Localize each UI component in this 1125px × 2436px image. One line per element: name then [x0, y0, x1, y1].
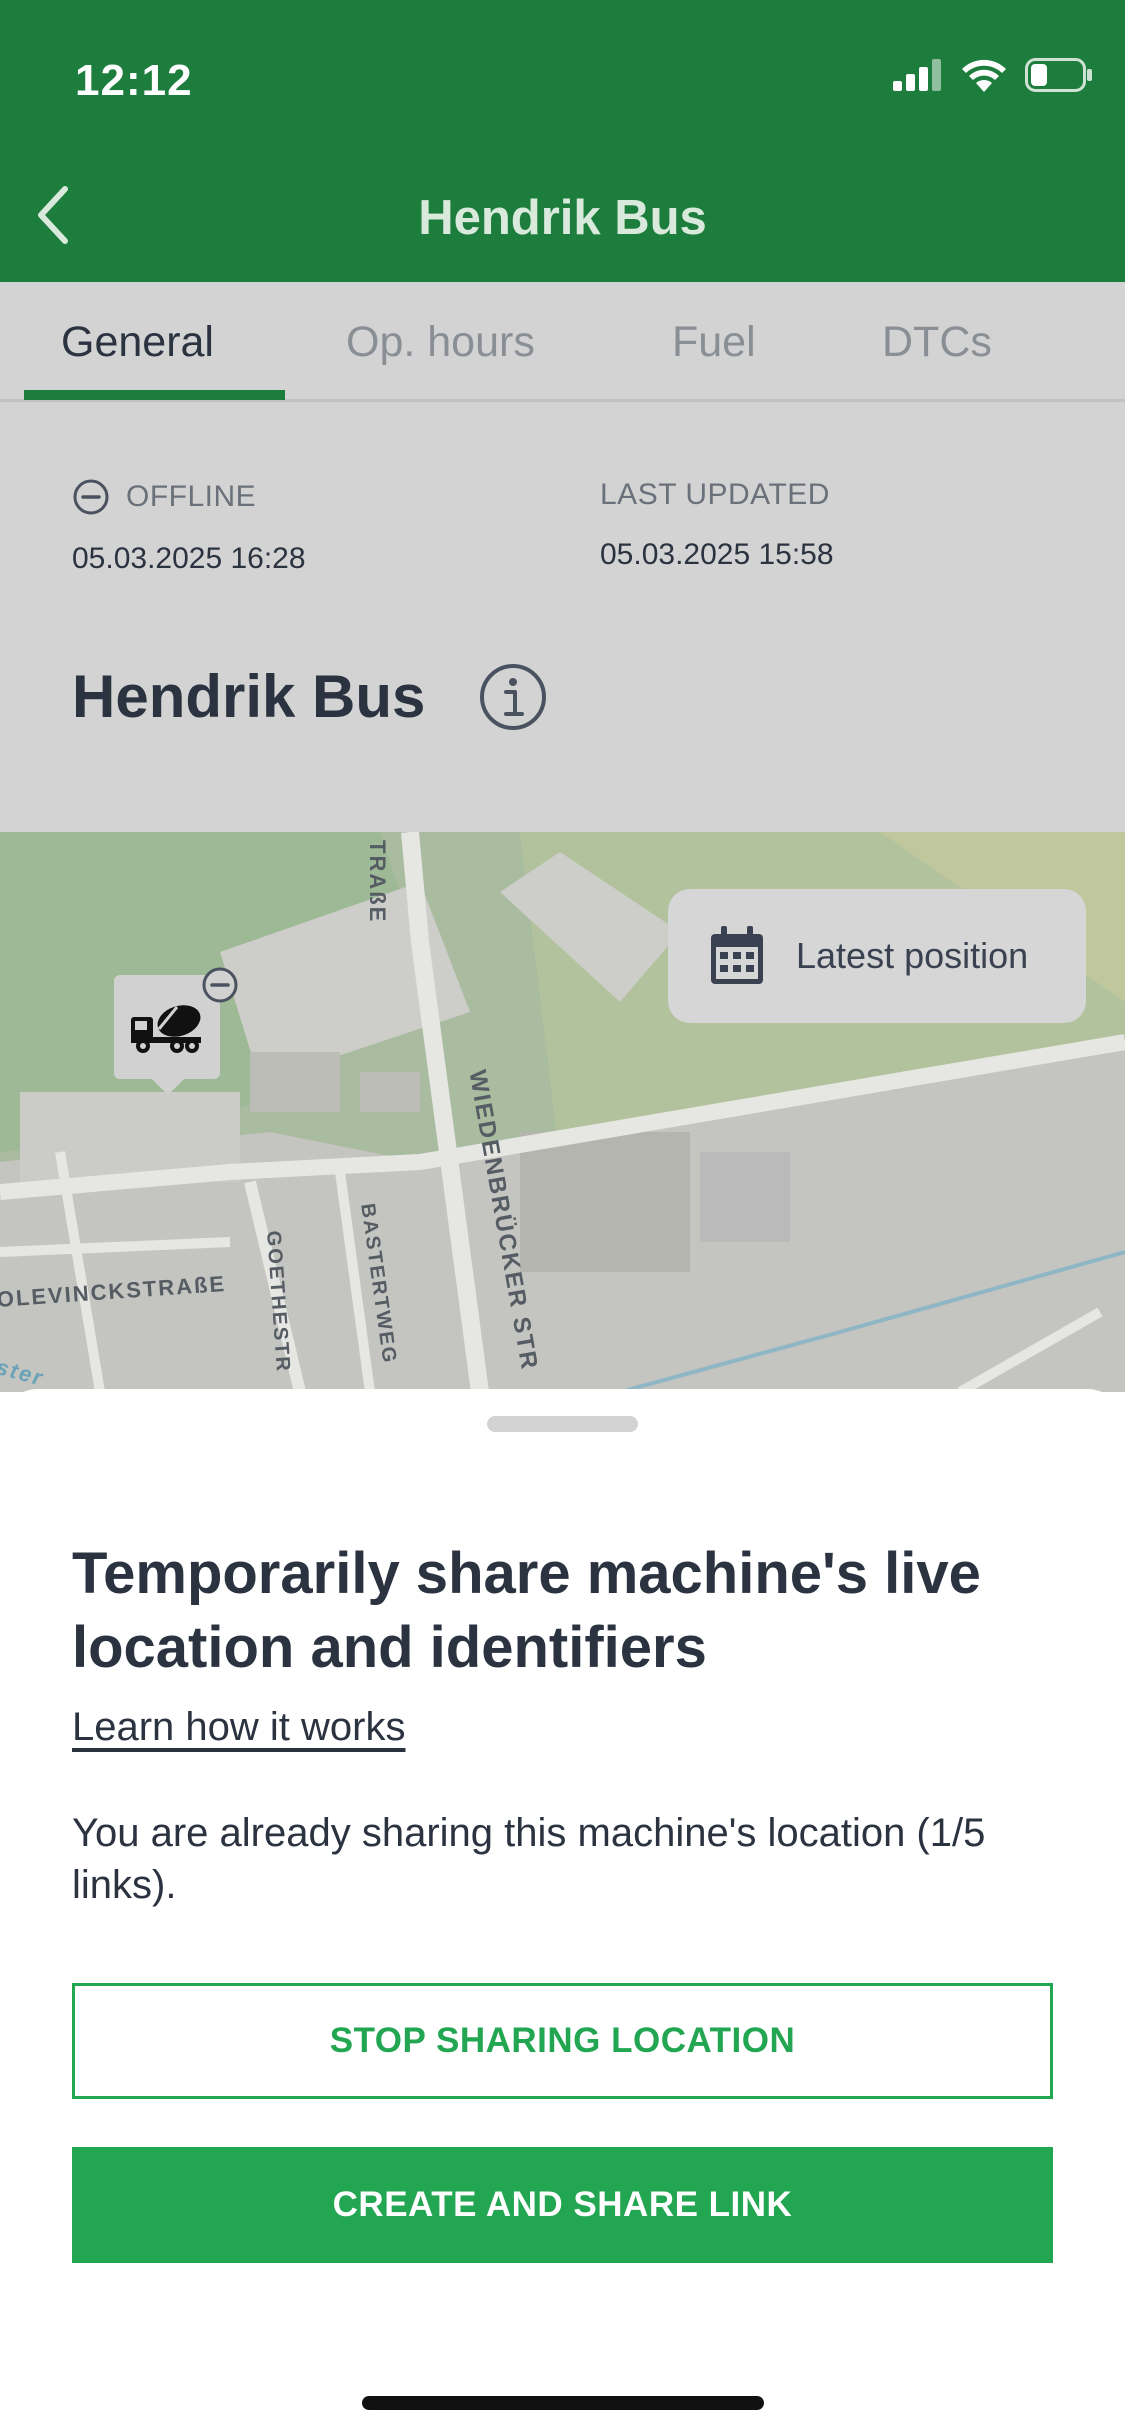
- stop-sharing-button[interactable]: STOP SHARING LOCATION: [72, 1983, 1053, 2099]
- street-label: TRAßE: [365, 840, 390, 924]
- tab-fuel[interactable]: Fuel: [672, 318, 756, 367]
- app-header: 12:12 Hendrik Bus: [0, 0, 1125, 282]
- tab-bar: General Op. hours Fuel DTCs: [0, 282, 1125, 402]
- map-view[interactable]: TRAßE WIEDENBRÜCKER STR BASTERTWEG GOETH…: [0, 832, 1125, 1392]
- offline-icon: [202, 967, 238, 1003]
- machine-detail: General Op. hours Fuel DTCs OFFLINE 05.0…: [0, 282, 1125, 832]
- truck-mixer-icon: [131, 1005, 201, 1053]
- wifi-icon: [962, 59, 1006, 92]
- nav-title: Hendrik Bus: [418, 191, 707, 245]
- tab-dtcs[interactable]: DTCs: [882, 318, 992, 367]
- battery-icon: [1025, 58, 1092, 92]
- last-updated-label: LAST UPDATED: [600, 478, 830, 511]
- sheet-description: You are already sharing this machine's l…: [72, 1811, 986, 1907]
- learn-how-it-works-link[interactable]: Learn how it works: [72, 1705, 405, 1750]
- offline-status: OFFLINE: [72, 478, 306, 516]
- tab-op-hours[interactable]: Op. hours: [346, 318, 535, 367]
- info-icon: [480, 664, 546, 730]
- last-updated-value: 05.03.2025 15:58: [600, 538, 834, 571]
- last-updated-block: LAST UPDATED 05.03.2025 15:58: [600, 478, 834, 572]
- tab-general[interactable]: General: [61, 318, 214, 367]
- signal-icon: [893, 59, 941, 91]
- status-block: OFFLINE 05.03.2025 16:28: [72, 478, 306, 576]
- latest-position-label: Latest position: [796, 935, 1029, 976]
- sheet-drag-handle[interactable]: [487, 1416, 638, 1432]
- share-location-sheet: Temporarily share machine's live locatio…: [0, 1389, 1125, 2436]
- status-icons: [893, 58, 1093, 92]
- status-time-value: 05.03.2025 16:28: [72, 542, 306, 575]
- sheet-title: Temporarily share machine's live locatio…: [72, 1541, 981, 1680]
- calendar-icon: [711, 926, 763, 984]
- latest-position-button[interactable]: Latest position: [668, 889, 1086, 1023]
- status-time: 12:12: [75, 56, 193, 105]
- offline-icon: [73, 479, 109, 515]
- home-indicator: [362, 2396, 764, 2410]
- status-label: OFFLINE: [126, 480, 257, 513]
- active-tab-indicator: [24, 390, 285, 400]
- create-share-link-button[interactable]: CREATE AND SHARE LINK: [72, 2147, 1053, 2263]
- machine-name: Hendrik Bus: [72, 663, 426, 730]
- info-button[interactable]: [478, 662, 548, 737]
